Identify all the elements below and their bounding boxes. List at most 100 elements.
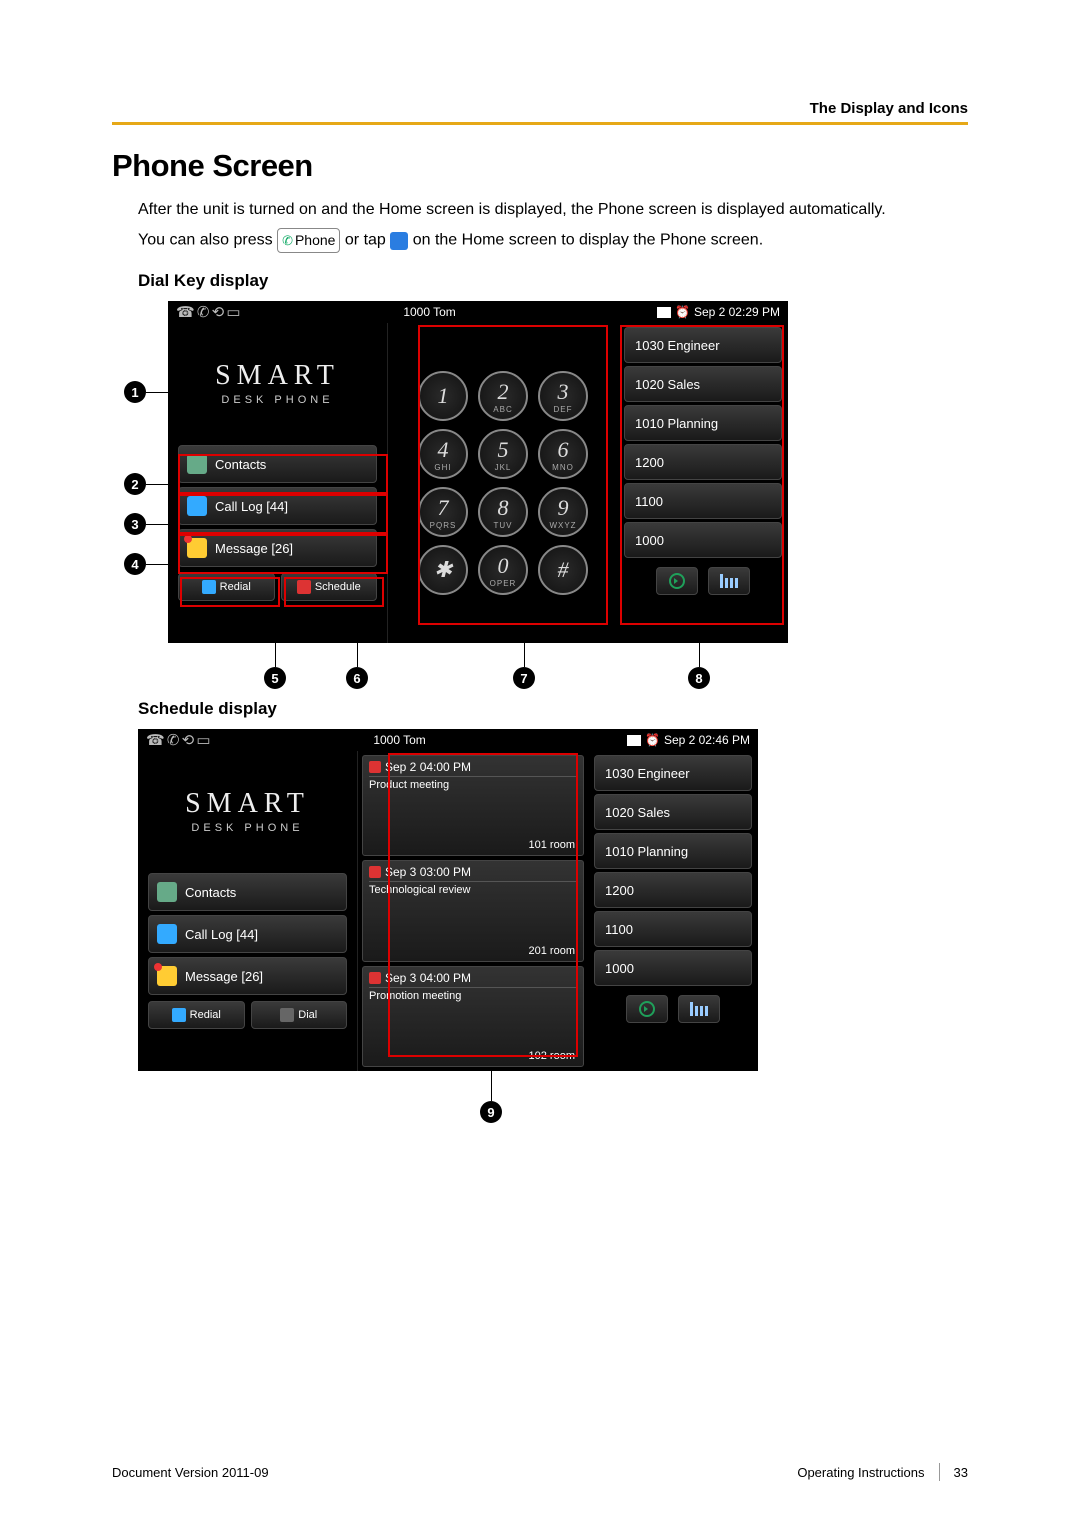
key-7[interactable]: 7PQRS xyxy=(418,487,468,537)
phone-btn-label: Phone xyxy=(295,230,335,251)
intro-text-1: After the unit is turned on and the Home… xyxy=(138,198,968,222)
dialpad: 1 2ABC 3DEF 4GHI 5JKL 6MNO 7PQRS 8TUV 9W… xyxy=(388,323,618,643)
speed-dial-pane-2: 1030 Engineer 1020 Sales 1010 Planning 1… xyxy=(588,751,758,1071)
redial-button[interactable]: Redial xyxy=(178,573,275,601)
calendar-icon-small xyxy=(369,761,381,773)
callout-2: 2 xyxy=(124,473,146,495)
key-6[interactable]: 6MNO xyxy=(538,429,588,479)
status-right: ⏰ Sep 2 02:29 PM xyxy=(599,305,780,319)
schedule-item-1[interactable]: Sep 2 04:00 PM Product meeting 101 room xyxy=(362,755,584,856)
key-hash[interactable]: # xyxy=(538,545,588,595)
calllog-button-2[interactable]: Call Log [44] xyxy=(148,915,347,953)
logo-main: SMART xyxy=(215,360,340,392)
intro-suffix: on the Home screen to display the Phone … xyxy=(413,232,763,249)
phone-screen-schedule: ☎ ✆ ⟲ ▭ 1000 Tom ⏰ Sep 2 02:46 PM SMART … xyxy=(138,729,758,1071)
arrow-left-icon xyxy=(669,573,685,589)
battery-icon-2 xyxy=(627,735,641,746)
schedule-pane: Sep 2 04:00 PM Product meeting 101 room … xyxy=(358,751,588,1071)
speed-dial-1b[interactable]: 1030 Engineer xyxy=(594,755,752,791)
page-indicator-button-2[interactable] xyxy=(678,995,720,1023)
arrow-left-icon-2 xyxy=(639,1001,655,1017)
intro-mid: or tap xyxy=(345,232,390,249)
contacts-label: Contacts xyxy=(215,457,266,472)
status-icons-left-2: ☎ ✆ ⟲ ▭ xyxy=(146,731,345,749)
key-8[interactable]: 8TUV xyxy=(478,487,528,537)
speed-dial-6b[interactable]: 1000 xyxy=(594,950,752,986)
calendar-icon-small-3 xyxy=(369,972,381,984)
logo-main-2: SMART xyxy=(185,788,310,820)
key-4[interactable]: 4GHI xyxy=(418,429,468,479)
calllog-button[interactable]: Call Log [44] xyxy=(178,487,377,525)
key-0[interactable]: 0OPER xyxy=(478,545,528,595)
logo: SMART DESK PHONE xyxy=(168,323,387,443)
message-button[interactable]: Message [26] xyxy=(178,529,377,567)
status-icons-left: ☎ ✆ ⟲ ▭ xyxy=(176,303,375,321)
speed-dial-3b[interactable]: 1010 Planning xyxy=(594,833,752,869)
left-pane: SMART DESK PHONE Contacts Call Log [44] … xyxy=(168,323,388,643)
key-3[interactable]: 3DEF xyxy=(538,371,588,421)
callout-5: 5 xyxy=(264,667,286,689)
header-rule xyxy=(112,122,968,125)
callout-7: 7 xyxy=(513,667,535,689)
phone-hard-button: ✆ Phone xyxy=(277,228,340,253)
page-title: Phone Screen xyxy=(112,148,968,184)
alarm-icon: ⏰ xyxy=(675,305,690,319)
status-right-2: ⏰ Sep 2 02:46 PM xyxy=(569,733,750,747)
schedule-button[interactable]: Schedule xyxy=(281,573,378,601)
calllog-label: Call Log [44] xyxy=(215,499,288,514)
status-bar-2: ☎ ✆ ⟲ ▭ 1000 Tom ⏰ Sep 2 02:46 PM xyxy=(138,729,758,751)
calendar-icon xyxy=(297,580,311,594)
redial-label: Redial xyxy=(220,581,251,593)
schedule-item-3[interactable]: Sep 3 04:00 PM Promotion meeting 102 roo… xyxy=(362,966,584,1067)
speed-dial-5[interactable]: 1100 xyxy=(624,483,782,519)
left-pane-2: SMART DESK PHONE Contacts Call Log [44] … xyxy=(138,751,358,1071)
logo-sub-2: DESK PHONE xyxy=(191,822,303,834)
dial-button-2[interactable]: Dial xyxy=(251,1001,348,1029)
key-2[interactable]: 2ABC xyxy=(478,371,528,421)
speed-dial-pane: 1030 Engineer 1020 Sales 1010 Planning 1… xyxy=(618,323,788,643)
redial-icon-2 xyxy=(172,1008,186,1022)
footer-manual-title: Operating Instructions xyxy=(797,1465,924,1480)
calendar-icon-small-2 xyxy=(369,866,381,878)
intro-text-2: You can also press ✆ Phone or tap on the… xyxy=(138,228,968,253)
key-1[interactable]: 1 xyxy=(418,371,468,421)
callout-9: 9 xyxy=(480,1101,502,1123)
callout-8: 8 xyxy=(688,667,710,689)
speed-dial-5b[interactable]: 1100 xyxy=(594,911,752,947)
callout-4: 4 xyxy=(124,553,146,575)
subheading-schedule: Schedule display xyxy=(138,699,968,719)
key-9[interactable]: 9WXYZ xyxy=(538,487,588,537)
contacts-button[interactable]: Contacts xyxy=(178,445,377,483)
contacts-button-2[interactable]: Contacts xyxy=(148,873,347,911)
alarm-icon-2: ⏰ xyxy=(645,733,660,747)
key-5[interactable]: 5JKL xyxy=(478,429,528,479)
speed-dial-1[interactable]: 1030 Engineer xyxy=(624,327,782,363)
footer-page-number: 33 xyxy=(954,1465,968,1480)
callout-6: 6 xyxy=(346,667,368,689)
dialpad-icon xyxy=(280,1008,294,1022)
subheading-dialkey: Dial Key display xyxy=(138,271,968,291)
status-bar: ☎ ✆ ⟲ ▭ 1000 Tom ⏰ Sep 2 02:29 PM xyxy=(168,301,788,323)
pages-icon-2 xyxy=(690,1002,708,1016)
schedule-item-2[interactable]: Sep 3 03:00 PM Technological review 201 … xyxy=(362,860,584,961)
status-time: Sep 2 02:29 PM xyxy=(694,305,780,319)
redial-button-2[interactable]: Redial xyxy=(148,1001,245,1029)
status-center: 1000 Tom xyxy=(375,305,599,319)
page-indicator-button[interactable] xyxy=(708,567,750,595)
speed-dial-4[interactable]: 1200 xyxy=(624,444,782,480)
footer-doc-version: Document Version 2011-09 xyxy=(112,1465,269,1480)
speed-dial-6[interactable]: 1000 xyxy=(624,522,782,558)
calllog-icon xyxy=(187,496,207,516)
key-star[interactable]: ✱ xyxy=(418,545,468,595)
page-footer: Document Version 2011-09 Operating Instr… xyxy=(112,1463,968,1481)
message-button-2[interactable]: Message [26] xyxy=(148,957,347,995)
intro-prefix: You can also press xyxy=(138,232,277,249)
status-center-2: 1000 Tom xyxy=(345,733,569,747)
speed-dial-3[interactable]: 1010 Planning xyxy=(624,405,782,441)
prev-page-button[interactable] xyxy=(656,567,698,595)
speed-dial-4b[interactable]: 1200 xyxy=(594,872,752,908)
prev-page-button-2[interactable] xyxy=(626,995,668,1023)
callout-1: 1 xyxy=(124,381,146,403)
speed-dial-2[interactable]: 1020 Sales xyxy=(624,366,782,402)
speed-dial-2b[interactable]: 1020 Sales xyxy=(594,794,752,830)
